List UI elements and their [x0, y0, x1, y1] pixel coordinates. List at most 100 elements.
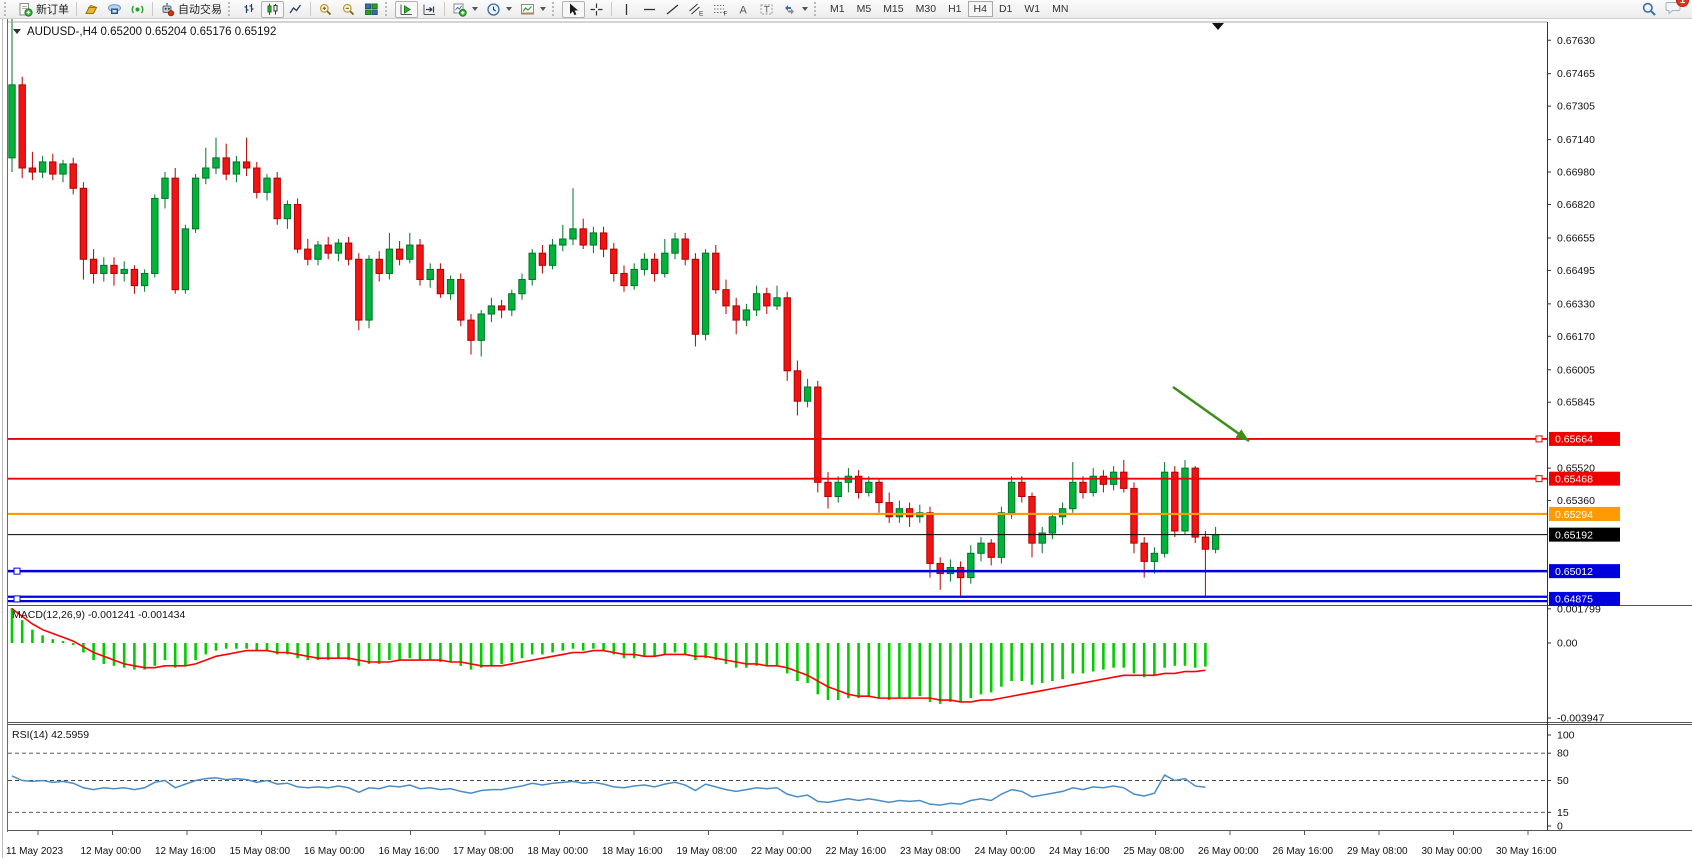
toolbar-grip[interactable]	[814, 2, 820, 16]
candle	[1029, 497, 1035, 544]
candle	[600, 233, 606, 249]
line-chart-button[interactable]	[284, 1, 307, 18]
candle	[356, 259, 362, 320]
candle	[213, 158, 219, 168]
search-icon[interactable]	[1641, 1, 1657, 17]
candle	[121, 269, 127, 273]
timeframe-w1[interactable]: W1	[1018, 1, 1046, 17]
candle	[1019, 482, 1025, 496]
time-tick-label: 22 May 16:00	[826, 846, 887, 857]
candle	[233, 162, 239, 174]
time-tick-label: 23 May 08:00	[900, 846, 961, 857]
template-button[interactable]	[516, 1, 550, 18]
candle	[825, 482, 831, 496]
zoom-out-icon	[341, 2, 356, 17]
line-handle[interactable]	[1536, 436, 1542, 442]
time-tick-label: 16 May 00:00	[304, 846, 365, 857]
zoom-out-button[interactable]	[337, 1, 360, 18]
signals-icon	[130, 2, 145, 17]
toolbar-grip[interactable]	[228, 2, 234, 16]
time-tick-label: 30 May 16:00	[1496, 846, 1557, 857]
new-order-button[interactable]: 新订单	[14, 1, 73, 18]
chart-background	[0, 19, 1692, 861]
trendline-icon	[665, 2, 680, 17]
auto-scroll-button[interactable]	[395, 1, 418, 18]
svg-text:T: T	[764, 4, 770, 14]
bar-chart-button[interactable]	[238, 1, 261, 18]
rsi-label: RSI(14) 42.5959	[12, 729, 89, 741]
chart-svg[interactable]: AUDUSD-,H4 0.65200 0.65204 0.65176 0.651…	[0, 19, 1692, 861]
rsi-tick-label: 15	[1557, 807, 1569, 819]
channel-button[interactable]: E	[684, 1, 708, 18]
new-chart-button[interactable]	[448, 1, 482, 18]
candle	[223, 158, 229, 174]
candle	[488, 306, 494, 314]
trendline-button[interactable]	[661, 1, 684, 18]
price-badge-0.65664: 0.65664	[1549, 432, 1620, 446]
price-tick-label: 0.66820	[1557, 199, 1595, 211]
market-button[interactable]	[80, 1, 103, 18]
charts-cloud-button[interactable]	[103, 1, 126, 18]
candle	[39, 162, 45, 172]
candle-chart-button[interactable]	[261, 1, 284, 18]
toolbar-grip[interactable]	[385, 2, 391, 16]
timeframe-m30[interactable]: M30	[910, 1, 942, 17]
crosshair-icon	[589, 2, 604, 17]
macd-tick-label: 0.001799	[1557, 603, 1601, 615]
timeframe-m5[interactable]: M5	[851, 1, 878, 17]
svg-text:0.65012: 0.65012	[1555, 566, 1593, 578]
fibonacci-button[interactable]: F	[708, 1, 732, 18]
tile-windows-button[interactable]	[360, 1, 383, 18]
crosshair-button[interactable]	[585, 1, 608, 18]
signals-button[interactable]	[126, 1, 149, 18]
time-tick-label: 15 May 08:00	[230, 846, 291, 857]
chart-area[interactable]: AUDUSD-,H4 0.65200 0.65204 0.65176 0.651…	[0, 19, 1692, 861]
market-icon	[84, 2, 99, 17]
auto-trading-button[interactable]: 自动交易	[156, 1, 226, 18]
label-button[interactable]: T	[755, 1, 778, 18]
new-order-icon	[18, 2, 33, 17]
candle	[254, 168, 260, 192]
candle	[662, 253, 668, 273]
macd-tick-label: -0.003947	[1557, 713, 1604, 725]
candle	[753, 294, 759, 310]
candle	[580, 229, 586, 245]
arrows-button[interactable]	[778, 1, 812, 18]
time-tick-label: 22 May 00:00	[751, 846, 812, 857]
notifications-button[interactable]: 1	[1665, 0, 1682, 20]
timeframe-h1[interactable]: H1	[942, 1, 967, 17]
svg-text:0.65294: 0.65294	[1555, 509, 1593, 521]
vertical-line-icon	[619, 2, 634, 17]
time-tick-label: 12 May 16:00	[155, 846, 216, 857]
candle	[560, 239, 566, 245]
candle	[570, 229, 576, 239]
timeframe-m15[interactable]: M15	[877, 1, 909, 17]
time-tick-label: 19 May 08:00	[677, 846, 738, 857]
timeframe-mn[interactable]: MN	[1046, 1, 1074, 17]
timeframe-d1[interactable]: D1	[993, 1, 1018, 17]
candle	[1080, 482, 1086, 492]
candle	[743, 310, 749, 320]
text-button[interactable]: A	[732, 1, 755, 18]
line-handle[interactable]	[14, 596, 20, 602]
line-handle[interactable]	[1536, 476, 1542, 482]
timeframe-m1[interactable]: M1	[824, 1, 851, 17]
auto-trading-icon	[160, 2, 175, 17]
horizontal-line-button[interactable]	[638, 1, 661, 18]
candle	[325, 245, 331, 253]
toolbar-grip[interactable]	[4, 2, 10, 16]
period-button[interactable]	[482, 1, 516, 18]
candle	[80, 188, 86, 259]
zoom-in-button[interactable]	[314, 1, 337, 18]
timeframe-h4[interactable]: H4	[968, 1, 993, 17]
chart-shift-button[interactable]	[418, 1, 441, 18]
zoom-in-icon	[318, 2, 333, 17]
cursor-button[interactable]	[562, 1, 585, 18]
toolbar-grip[interactable]	[552, 2, 558, 16]
line-handle[interactable]	[14, 568, 20, 574]
time-tick-label: 18 May 00:00	[528, 846, 589, 857]
vertical-line-button[interactable]	[615, 1, 638, 18]
candle	[702, 253, 708, 334]
price-tick-label: 0.66170	[1557, 331, 1595, 343]
candle	[345, 243, 351, 259]
